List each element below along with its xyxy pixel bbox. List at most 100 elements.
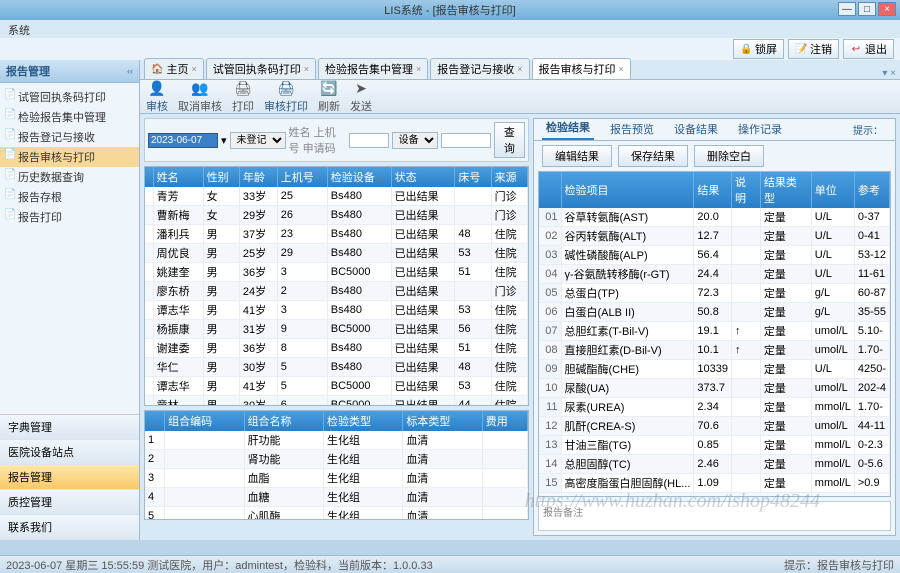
col-header[interactable]: 说明: [732, 172, 761, 208]
status-select[interactable]: 未登记: [230, 132, 286, 149]
col-header[interactable]: 状态: [391, 167, 455, 187]
menu-system[interactable]: 系统: [8, 25, 30, 37]
table-row[interactable]: 谭志华男41岁5BC5000已出结果53住院: [145, 377, 528, 396]
table-row[interactable]: 06白蛋白(ALB II)50.8定量g/L35-55: [539, 303, 890, 322]
col-header[interactable]: 标本类型: [403, 411, 482, 431]
result-tab-2[interactable]: 设备结果: [670, 118, 722, 140]
tab-2[interactable]: 检验报告集中管理×: [318, 58, 428, 79]
date-input[interactable]: [148, 133, 218, 148]
dropdown-icon[interactable]: ▾: [221, 134, 227, 147]
col-header[interactable]: [539, 172, 561, 208]
col-header[interactable]: 检验项目: [561, 172, 694, 208]
table-row[interactable]: 03碱性磷酸酶(ALP)56.4定量U/L53-12: [539, 246, 890, 265]
table-row[interactable]: 11尿素(UREA)2.34定量mmol/L1.70-: [539, 398, 890, 417]
table-row[interactable]: 04γ-谷氨酰转移酶(r-GT)24.4定量U/L11-61: [539, 265, 890, 284]
tab-close-icon[interactable]: ×: [416, 64, 421, 74]
table-row[interactable]: 14总胆固醇(TC)2.46定量mmol/L0-5.6: [539, 455, 890, 474]
result-tab-3[interactable]: 操作记录: [734, 118, 786, 140]
col-header[interactable]: 单位: [811, 172, 854, 208]
minimize-button[interactable]: —: [838, 2, 856, 16]
device-select[interactable]: 设备: [392, 132, 438, 149]
tab-close-icon[interactable]: ×: [304, 64, 309, 74]
col-header[interactable]: 结果类型: [760, 172, 811, 208]
tab-close-icon[interactable]: ×: [191, 64, 196, 74]
table-row[interactable]: 16低密度脂蛋白胆固醇(LL...1.10定量mmol/L0-4.1: [539, 493, 890, 498]
table-row[interactable]: 廖东桥男24岁2Bs480已出结果门诊: [145, 282, 528, 301]
table-row[interactable]: 09胆碱酯酶(CHE)10339定量U/L4250-: [539, 360, 890, 379]
col-header[interactable]: 性别: [203, 167, 239, 187]
table-row[interactable]: 曹新梅女29岁26Bs480已出结果门诊: [145, 206, 528, 225]
lock-button[interactable]: 锁屏: [733, 39, 784, 59]
table-row[interactable]: 01谷草转氨酶(AST)20.0定量U/L0-37: [539, 208, 890, 227]
col-header[interactable]: 检验类型: [323, 411, 402, 431]
close-button[interactable]: ×: [878, 2, 896, 16]
col-header[interactable]: 参考: [854, 172, 889, 208]
table-row[interactable]: 周优良男25岁29Bs480已出结果53住院: [145, 244, 528, 263]
table-row[interactable]: 谢建委男36岁8Bs480已出结果51住院: [145, 339, 528, 358]
sidebar-section-0[interactable]: 字典管理: [0, 415, 139, 440]
col-header[interactable]: 结果: [694, 172, 732, 208]
table-row[interactable]: 4血糖生化组血清: [145, 488, 528, 507]
col-header[interactable]: 组合编码: [165, 411, 244, 431]
table-row[interactable]: 3血脂生化组血清: [145, 469, 528, 488]
tab-0[interactable]: 主页×: [144, 58, 204, 79]
device-input[interactable]: [441, 133, 491, 148]
col-header[interactable]: 姓名: [153, 167, 203, 187]
sidebar-item-6[interactable]: 报告打印: [0, 207, 139, 227]
sidebar-section-4[interactable]: 联系我们: [0, 515, 139, 540]
tabstrip-menu-icon[interactable]: ▾ ×: [882, 68, 896, 79]
table-row[interactable]: 12肌酐(CREA-S)70.6定量umol/L44-11: [539, 417, 890, 436]
col-header[interactable]: 费用: [482, 411, 527, 431]
tab-3[interactable]: 报告登记与接收×: [430, 58, 529, 79]
save-result-button[interactable]: 保存结果: [618, 145, 688, 167]
table-row[interactable]: 童林男30岁6BC5000已出结果44住院: [145, 396, 528, 407]
toolbar-2[interactable]: 🖨打印: [232, 80, 254, 114]
sidebar-item-3[interactable]: 报告审核与打印: [0, 147, 139, 167]
col-header[interactable]: [145, 411, 165, 431]
tab-4[interactable]: 报告审核与打印×: [532, 58, 631, 79]
table-row[interactable]: 08直接胆红素(D-Bil-V)10.1↑定量umol/L1.70-: [539, 341, 890, 360]
table-row[interactable]: 10尿酸(UA)373.7定量umol/L202-4: [539, 379, 890, 398]
toolbar-4[interactable]: 🔄刷新: [318, 80, 340, 114]
result-tab-1[interactable]: 报告预览: [606, 118, 658, 140]
col-header[interactable]: 上机号: [277, 167, 327, 187]
search-input[interactable]: [349, 133, 389, 148]
toolbar-3[interactable]: 🖨审核打印: [264, 80, 308, 114]
table-row[interactable]: 2肾功能生化组血清: [145, 450, 528, 469]
col-header[interactable]: 年龄: [239, 167, 277, 187]
table-row[interactable]: 青芳女33岁25Bs480已出结果门诊: [145, 187, 528, 206]
collapse-icon[interactable]: ‹‹: [127, 66, 133, 76]
sidebar-section-2[interactable]: 报告管理: [0, 465, 139, 490]
table-row[interactable]: 13甘油三酯(TG)0.85定量mmol/L0-2.3: [539, 436, 890, 455]
toolbar-5[interactable]: ➤发送: [350, 80, 372, 114]
sidebar-item-0[interactable]: 试管回执条码打印: [0, 87, 139, 107]
result-tab-0[interactable]: 检验结果: [542, 116, 594, 140]
table-row[interactable]: 1肝功能生化组血清: [145, 431, 528, 450]
sidebar-item-4[interactable]: 历史数据查询: [0, 167, 139, 187]
query-button[interactable]: 查询: [494, 122, 525, 158]
maximize-button[interactable]: □: [858, 2, 876, 16]
col-header[interactable]: 来源: [491, 167, 527, 187]
edit-result-button[interactable]: 编辑结果: [542, 145, 612, 167]
exit-button[interactable]: 退出: [843, 39, 894, 59]
col-header[interactable]: 检验设备: [327, 167, 391, 187]
sidebar-item-2[interactable]: 报告登记与接收: [0, 127, 139, 147]
table-row[interactable]: 潘利兵男37岁23Bs480已出结果48住院: [145, 225, 528, 244]
table-row[interactable]: 02谷丙转氨酶(ALT)12.7定量U/L0-41: [539, 227, 890, 246]
table-row[interactable]: 5心肌酶生化组血清: [145, 507, 528, 521]
table-row[interactable]: 华仁男30岁5Bs480已出结果48住院: [145, 358, 528, 377]
sidebar-section-1[interactable]: 医院设备站点: [0, 440, 139, 465]
table-row[interactable]: 姚建奎男36岁3BC5000已出结果51住院: [145, 263, 528, 282]
col-header[interactable]: [145, 167, 153, 187]
tab-close-icon[interactable]: ×: [517, 64, 522, 74]
table-row[interactable]: 07总胆红素(T-Bil-V)19.1↑定量umol/L5.10-: [539, 322, 890, 341]
sidebar-item-5[interactable]: 报告存根: [0, 187, 139, 207]
table-row[interactable]: 杨振康男31岁9BC5000已出结果56住院: [145, 320, 528, 339]
table-row[interactable]: 谭志华男41岁3Bs480已出结果53住院: [145, 301, 528, 320]
sidebar-section-3[interactable]: 质控管理: [0, 490, 139, 515]
tab-close-icon[interactable]: ×: [619, 64, 624, 74]
table-row[interactable]: 05总蛋白(TP)72.3定量g/L60-87: [539, 284, 890, 303]
sidebar-item-1[interactable]: 检验报告集中管理: [0, 107, 139, 127]
table-row[interactable]: 15高密度脂蛋白胆固醇(HL...1.09定量mmol/L>0.9: [539, 474, 890, 493]
logout-button[interactable]: 注销: [788, 39, 839, 59]
